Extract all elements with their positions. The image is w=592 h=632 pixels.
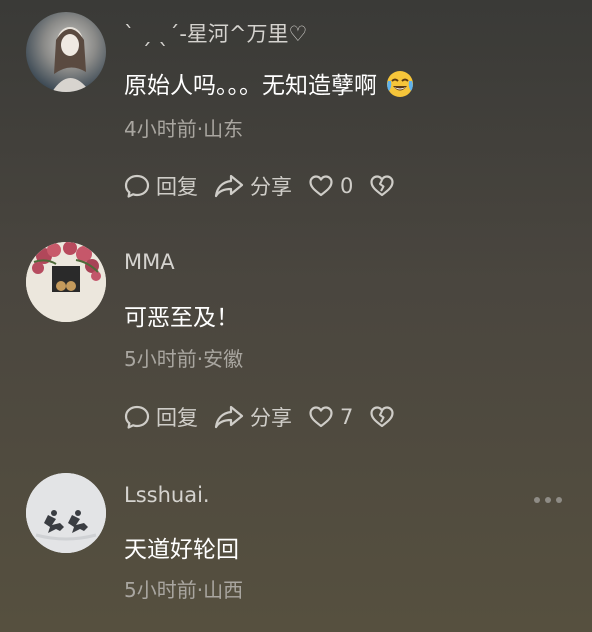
- like-button[interactable]: 0: [308, 174, 353, 198]
- username[interactable]: ` ˏ ˎ´-星河^万里♡: [124, 18, 307, 48]
- dislike-button[interactable]: [369, 174, 395, 198]
- comment-text: 原始人吗。。。无知造孽啊: [124, 66, 415, 105]
- more-dot: [556, 497, 562, 503]
- share-label: 分享: [250, 175, 292, 199]
- share-label: 分享: [250, 406, 292, 430]
- reply-icon: [124, 405, 150, 429]
- reply-label: 回复: [156, 406, 198, 430]
- comment-meta: 5小时前·安徽: [124, 347, 244, 371]
- share-icon: [214, 405, 244, 429]
- avatar[interactable]: [26, 473, 106, 553]
- more-dot: [534, 497, 540, 503]
- reply-icon: [124, 174, 150, 198]
- share-icon: [214, 174, 244, 198]
- username[interactable]: Lsshuai.: [124, 483, 210, 507]
- heart-icon: [309, 406, 333, 428]
- reply-button[interactable]: 回复: [124, 171, 198, 201]
- share-button[interactable]: 分享: [214, 171, 292, 201]
- share-button[interactable]: 分享: [214, 402, 292, 432]
- crying-laughing-emoji-icon: [385, 69, 415, 105]
- heart-icon: [309, 175, 333, 197]
- dislike-button[interactable]: [369, 405, 395, 429]
- comment-text-content: 原始人吗。。。无知造孽啊: [124, 73, 377, 99]
- like-count: 7: [340, 405, 354, 429]
- comment-text: 可恶至及！: [124, 305, 239, 331]
- comment-actions: 回复 分享 7: [124, 402, 411, 432]
- like-button[interactable]: 7: [308, 405, 353, 429]
- comment-meta: 5小时前·山西: [124, 578, 244, 602]
- broken-heart-icon: [370, 175, 394, 197]
- more-dots-icon[interactable]: [534, 497, 562, 503]
- comment-text: 天道好轮回: [124, 537, 239, 563]
- reply-label: 回复: [156, 175, 198, 199]
- reply-button[interactable]: 回复: [124, 402, 198, 432]
- avatar[interactable]: [26, 12, 106, 92]
- avatar[interactable]: [26, 242, 106, 322]
- comment-meta: 4小时前·山东: [124, 117, 244, 141]
- comment-actions: 回复 分享 0: [124, 171, 411, 201]
- like-count: 0: [340, 174, 354, 198]
- more-dot: [545, 497, 551, 503]
- username[interactable]: MMA: [124, 250, 175, 274]
- broken-heart-icon: [370, 406, 394, 428]
